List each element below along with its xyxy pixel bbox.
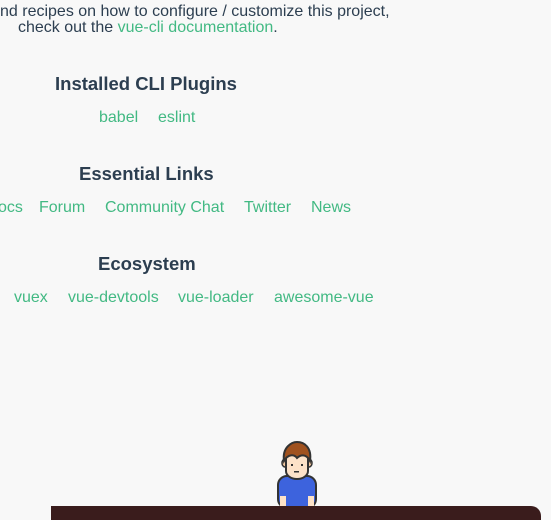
twitter-link[interactable]: Twitter [244,199,291,217]
community-chat-link[interactable]: Community Chat [105,199,224,217]
ecosystem-heading: Ecosystem [98,253,196,274]
awesome-vue-link[interactable]: awesome-vue [274,289,374,307]
vue-cli-docs-link[interactable]: vue-cli documentation [118,19,274,36]
vue-loader-link[interactable]: vue-loader [178,289,254,307]
core-docs-link[interactable]: ocs [0,199,23,217]
forum-link[interactable]: Forum [39,199,85,217]
vuex-link[interactable]: vuex [14,289,48,307]
intro-line-2: check out the vue-cli documentation. [18,19,278,37]
essential-links-heading: Essential Links [79,163,214,184]
eslint-link[interactable]: eslint [158,109,195,127]
plugins-heading: Installed CLI Plugins [55,73,237,94]
footer-bar [51,506,541,520]
vue-devtools-link[interactable]: vue-devtools [68,289,159,307]
babel-link[interactable]: babel [99,109,138,127]
news-link[interactable]: News [311,199,351,217]
intro-suffix: . [273,19,278,36]
character-avatar-icon [277,441,317,507]
intro-text: check out the [18,19,118,36]
